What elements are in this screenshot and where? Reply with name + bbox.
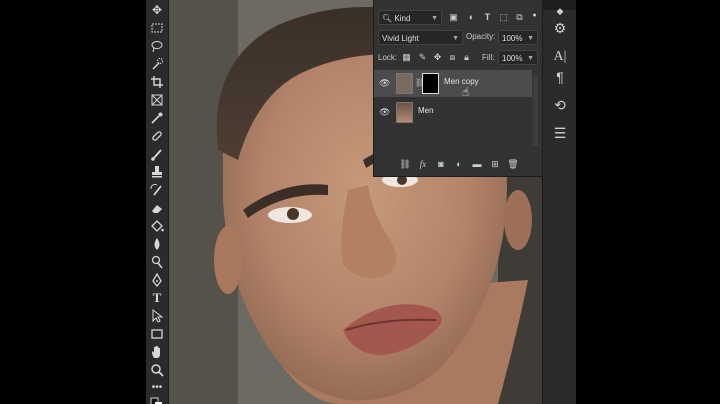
fill-field[interactable]: 100% ▼ <box>498 50 538 65</box>
marquee-icon[interactable] <box>149 20 165 36</box>
path-select-icon[interactable] <box>149 308 165 324</box>
healing-brush-icon[interactable] <box>149 128 165 144</box>
lock-artboard-icon[interactable]: ⧈ <box>447 52 458 63</box>
paragraph-icon[interactable]: ¶ <box>550 68 570 86</box>
lock-position-icon[interactable]: ✥ <box>432 52 443 63</box>
history-icon[interactable]: ⟲ <box>550 96 570 114</box>
add-mask-icon[interactable]: ◙ <box>435 158 447 170</box>
layer-name: Men <box>418 106 434 115</box>
chevron-down-icon: ▼ <box>527 55 534 62</box>
clone-stamp-icon[interactable] <box>149 164 165 180</box>
visibility-eye-icon[interactable]: 👁︎ <box>379 107 390 117</box>
delete-layer-icon[interactable]: 🗑︎ <box>507 158 519 170</box>
blend-mode-select[interactable]: Vivid Light ▼ <box>378 30 463 45</box>
character-icon[interactable]: A| <box>550 48 570 66</box>
layer-kind-filter[interactable]: 🔍︎ Kind ▼ <box>378 10 442 25</box>
filter-pixel-icon[interactable]: ▣ <box>448 12 459 23</box>
filter-smart-object-icon[interactable]: ⧉ <box>514 12 525 23</box>
tools-panel: ✥ T ••• <box>146 0 169 404</box>
eyedropper-icon[interactable] <box>149 110 165 126</box>
layers-scrollbar[interactable] <box>533 76 538 146</box>
lock-image-icon[interactable]: ✎ <box>417 52 428 63</box>
layer-mask-thumbnail[interactable] <box>422 73 439 94</box>
brush-icon[interactable] <box>149 146 165 162</box>
new-layer-icon[interactable]: ⊞ <box>489 158 501 170</box>
layer-row-men-copy[interactable]: 👁︎ ⛓︎ Men copy ☝︎ <box>374 70 532 99</box>
hand-cursor-icon: ☝︎ <box>462 85 470 99</box>
chevron-down-icon: ▼ <box>452 35 459 42</box>
filter-adjustment-icon[interactable]: ◐ <box>466 12 477 23</box>
lock-all-icon[interactable]: 🔒︎ <box>461 52 472 63</box>
eraser-icon[interactable] <box>149 200 165 216</box>
color-swatches-icon[interactable] <box>149 396 165 404</box>
layers-footer: ⛓︎ fx ◙ ◐ ▬ ⊞ 🗑︎ <box>374 154 542 174</box>
layer-row-men[interactable]: 👁︎ Men <box>374 99 532 126</box>
photoshop-window: ✥ T ••• 🔍︎ Kind ▼ ▣ ◐ T ⬚ ⧉ ● Vivid Ligh… <box>146 0 576 404</box>
collapse-panels-icon[interactable]: ◆ <box>550 2 570 20</box>
layer-thumbnail <box>396 102 413 123</box>
filter-shape-icon[interactable]: ⬚ <box>498 12 509 23</box>
move-icon[interactable]: ✥ <box>149 2 165 18</box>
layer-thumbnail <box>396 73 413 94</box>
history-brush-icon[interactable] <box>149 182 165 198</box>
quick-select-icon[interactable] <box>149 56 165 72</box>
zoom-icon[interactable] <box>149 362 165 378</box>
visibility-eye-icon[interactable]: 👁︎ <box>379 78 390 88</box>
right-dock: ◆ ⚙︎ A| ¶ ⟲ ☰ <box>542 0 576 404</box>
dodge-icon[interactable] <box>149 254 165 270</box>
rectangle-icon[interactable] <box>149 326 165 342</box>
paint-bucket-icon[interactable] <box>149 218 165 234</box>
fx-icon[interactable]: fx <box>417 158 429 170</box>
chevron-down-icon: ▼ <box>431 15 438 22</box>
layers-panel: 🔍︎ Kind ▼ ▣ ◐ T ⬚ ⧉ ● Vivid Light ▼ Opac… <box>373 0 543 177</box>
properties-icon[interactable]: ⚙︎ <box>550 19 570 37</box>
adjustments-icon[interactable]: ☰ <box>550 124 570 142</box>
opacity-field[interactable]: 100% ▼ <box>498 30 538 45</box>
type-icon[interactable]: T <box>149 290 165 306</box>
opacity-label: Opacity: <box>466 32 496 41</box>
search-icon: 🔍︎ <box>382 14 393 23</box>
crop-icon[interactable] <box>149 74 165 90</box>
fill-label: Fill: <box>482 53 495 62</box>
blur-icon[interactable] <box>149 236 165 252</box>
more-tools-icon[interactable]: ••• <box>149 380 165 396</box>
pen-icon[interactable] <box>149 272 165 288</box>
chevron-down-icon: ▼ <box>527 35 534 42</box>
filter-type-icon[interactable]: T <box>482 12 493 23</box>
link-layers-icon[interactable]: ⛓︎ <box>399 158 411 170</box>
adjustment-layer-icon[interactable]: ◐ <box>453 158 465 170</box>
hand-icon[interactable] <box>149 344 165 360</box>
group-folder-icon[interactable]: ▬ <box>471 158 483 170</box>
lock-label: Lock: <box>378 53 398 62</box>
lasso-icon[interactable] <box>149 38 165 54</box>
lock-transparent-icon[interactable]: ▦ <box>401 52 412 63</box>
filter-toggle-icon[interactable]: ● <box>529 10 540 21</box>
frame-icon[interactable] <box>149 92 165 108</box>
